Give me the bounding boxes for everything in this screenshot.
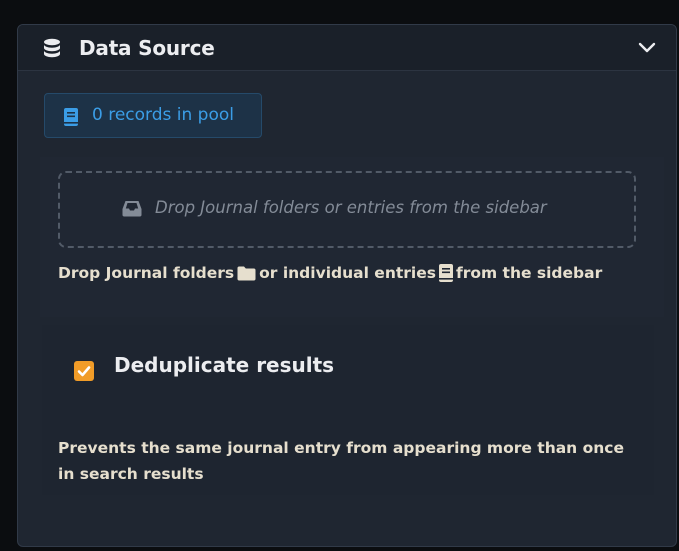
deduplicate-checkbox[interactable] [74,361,94,381]
panel-header[interactable]: Data Source [18,25,676,71]
inbox-icon [122,201,142,217]
help-text-part1: Drop Journal folders [58,264,235,282]
panel-title: Data Source [79,36,215,60]
drop-zone-placeholder: Drop Journal folders or entries from the… [155,198,547,217]
data-source-panel: Data Source 0 records in pool Drop Journ… [17,24,677,547]
drop-zone[interactable]: Drop Journal folders or entries from the… [58,171,636,248]
dedupe-section: Deduplicate results Prevents the same jo… [42,325,654,495]
chevron-down-icon[interactable] [638,42,656,54]
pool-count-label: 0 records in pool [92,105,235,125]
book-icon [64,108,78,126]
folder-icon [237,266,256,280]
help-text-part3: from the sidebar [455,264,603,282]
database-icon [44,38,60,58]
pool-count-badge: 0 records in pool [44,93,262,138]
drop-help-text: Drop Journal folders or individual entri… [58,264,602,282]
checkmark-icon [77,366,91,377]
deduplicate-label[interactable]: Deduplicate results [114,353,334,377]
deduplicate-description: Prevents the same journal entry from app… [58,439,624,483]
drop-section: Drop Journal folders or entries from the… [40,157,664,317]
help-text-part2: or individual entries [259,264,436,282]
journal-entry-icon [438,264,453,282]
